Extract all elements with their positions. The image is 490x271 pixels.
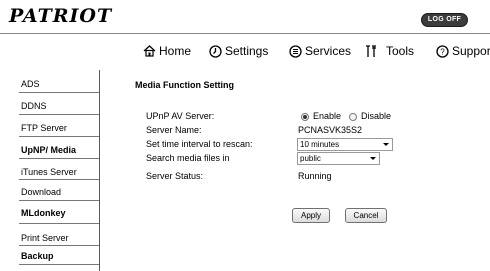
nav-support[interactable]: ? Support bbox=[436, 42, 490, 60]
sidebar-separator bbox=[19, 245, 99, 246]
search-folder-label: Search media files in bbox=[146, 153, 230, 163]
enable-label: Enable bbox=[313, 111, 342, 121]
sidebar-separator bbox=[19, 114, 99, 115]
patriot-logo: PATRIOT bbox=[9, 5, 121, 27]
server-name-label: Server Name: bbox=[146, 125, 202, 135]
nav-services[interactable]: Services bbox=[289, 42, 351, 60]
nav-home-label: Home bbox=[159, 44, 192, 58]
sidebar-item-upnp-media[interactable]: UpNP/ Media bbox=[21, 145, 76, 155]
cancel-button[interactable]: Cancel bbox=[345, 208, 387, 223]
clock-icon bbox=[209, 44, 222, 58]
sidebar-separator bbox=[19, 264, 99, 265]
disable-label: Disable bbox=[361, 111, 392, 121]
sidebar-item-ddns[interactable]: DDNS bbox=[21, 101, 47, 111]
sidebar-item-itunes-server[interactable]: iTunes Server bbox=[21, 167, 77, 177]
sidebar-item-backup[interactable]: Backup bbox=[21, 251, 54, 261]
nav-services-label: Services bbox=[305, 44, 352, 58]
search-folder-select[interactable]: public bbox=[297, 152, 380, 165]
page-title: Media Function Setting bbox=[135, 80, 234, 90]
sidebar-item-mldonkey[interactable]: MLdonkey bbox=[21, 208, 66, 218]
sidebar-item-ftp-server[interactable]: FTP Server bbox=[21, 123, 67, 133]
logoff-button[interactable]: LOG OFF bbox=[421, 13, 468, 27]
rescan-interval-value: 10 minutes bbox=[300, 140, 340, 149]
sidebar-separator bbox=[19, 200, 99, 201]
nav-settings-label: Settings bbox=[225, 44, 269, 58]
logo-text: PATRIOT bbox=[9, 5, 113, 27]
nav-tools[interactable]: Tools bbox=[365, 42, 414, 60]
nav-home[interactable]: Home bbox=[143, 42, 191, 60]
upnp-server-label: UPnP AV Server: bbox=[146, 111, 215, 121]
svg-text:?: ? bbox=[440, 47, 445, 56]
sidebar-item-ads[interactable]: ADS bbox=[21, 79, 40, 89]
chevron-down-icon bbox=[370, 157, 376, 160]
home-icon bbox=[143, 45, 156, 57]
sidebar-separator bbox=[19, 179, 99, 180]
sidebar-divider bbox=[99, 70, 100, 271]
nav-tools-label: Tools bbox=[386, 44, 415, 58]
services-icon bbox=[289, 44, 302, 58]
search-folder-value: public bbox=[300, 154, 321, 163]
server-name-value: PCNASVK35S2 bbox=[298, 125, 363, 135]
sidebar-separator bbox=[19, 136, 99, 137]
nav-settings[interactable]: Settings bbox=[209, 42, 268, 60]
sidebar-separator bbox=[19, 158, 99, 159]
chevron-down-icon bbox=[383, 143, 389, 146]
sidebar-item-print-server[interactable]: Print Server bbox=[21, 233, 69, 243]
disable-radio[interactable] bbox=[349, 113, 357, 121]
apply-button[interactable]: Apply bbox=[292, 208, 330, 223]
server-status-label: Server Status: bbox=[146, 171, 204, 181]
tools-icon bbox=[366, 44, 376, 57]
enable-radio[interactable] bbox=[301, 113, 309, 121]
help-icon: ? bbox=[436, 44, 449, 58]
rescan-interval-label: Set time interval to rescan: bbox=[146, 139, 253, 149]
sidebar-separator bbox=[19, 223, 99, 224]
rescan-interval-select[interactable]: 10 minutes bbox=[297, 138, 393, 151]
nav-support-label: Support bbox=[452, 44, 490, 58]
server-status-value: Running bbox=[298, 171, 332, 181]
header-divider bbox=[0, 33, 490, 34]
sidebar-item-download[interactable]: Download bbox=[21, 187, 61, 197]
sidebar-separator bbox=[19, 92, 99, 93]
